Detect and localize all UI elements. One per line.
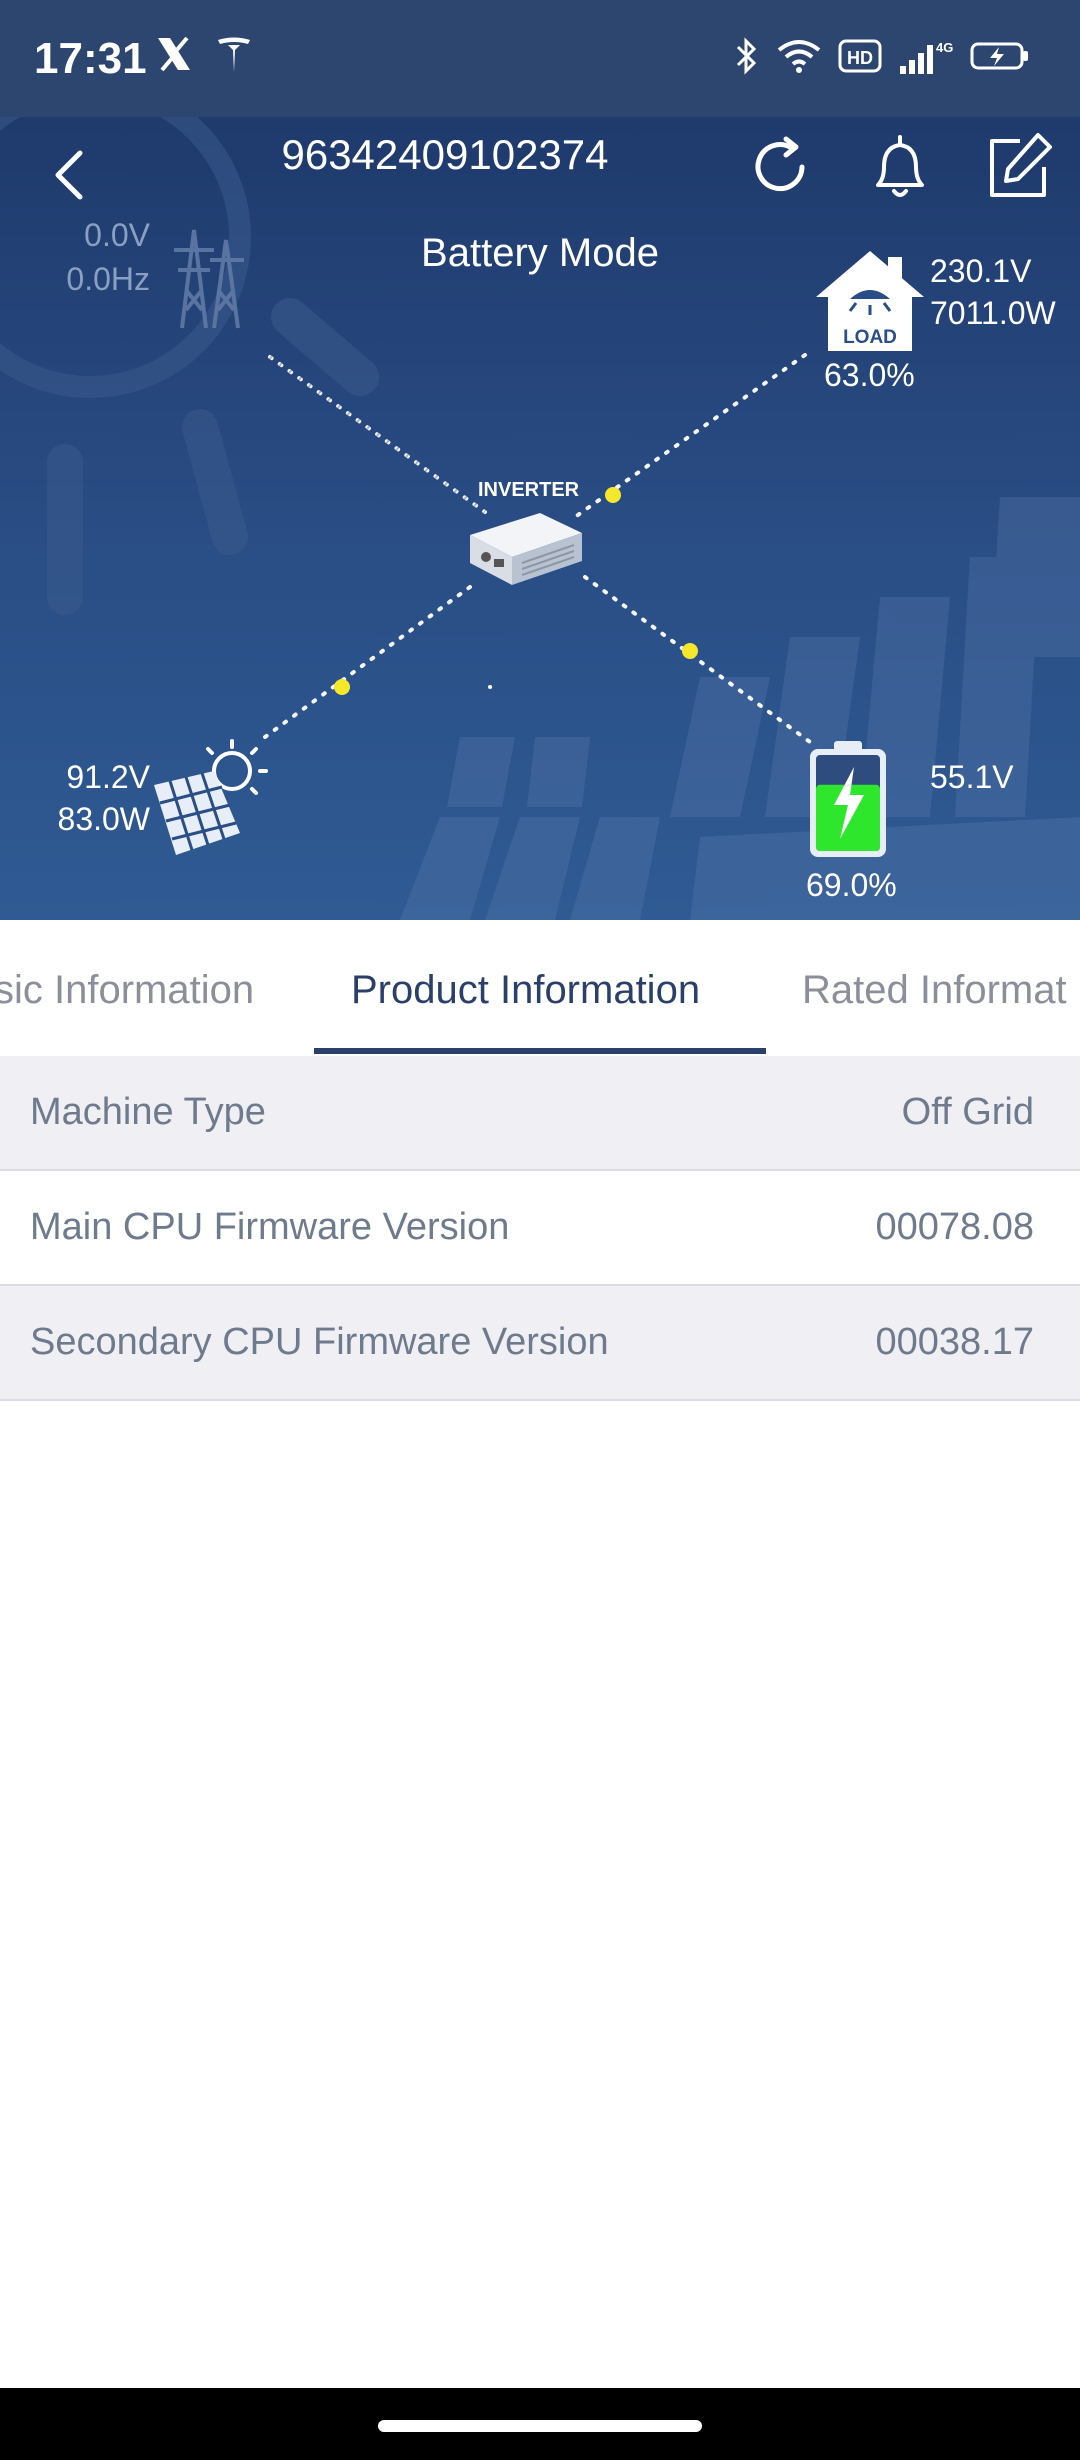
home-gesture-bar[interactable] [378,2420,702,2432]
system-nav-bar [0,2388,1080,2460]
row-value: Off Grid [901,1091,1034,1133]
mode-title: Battery Mode [421,231,659,275]
active-tab-indicator [314,1048,766,1054]
status-time: 17:31 [34,34,147,83]
battery-percent: 69.0% [806,867,897,903]
grid-frequency: 0.0Hz [66,261,150,297]
svg-text:LOAD: LOAD [843,327,897,348]
svg-text:4G: 4G [936,40,953,55]
status-left-icons [154,34,254,74]
info-tabs: sic Information Product Information Rate… [0,920,1080,1056]
flow-dot-battery [682,643,698,659]
tab-product-information[interactable]: Product Information [351,968,700,1013]
product-info-table: Machine Type Off Grid Main CPU Firmware … [0,1056,1080,1401]
flow-dot-pv [334,679,350,695]
bluetooth-icon [736,37,757,75]
status-bar: 17:31 HD 4G [0,0,1080,117]
pv-power: 83.0W [57,801,150,837]
load-voltage: 230.1V [930,253,1032,289]
load-house-icon: LOAD [816,251,924,351]
row-label: Main CPU Firmware Version [30,1206,510,1248]
row-value: 00078.08 [875,1206,1035,1248]
battery-charging-icon [970,42,1028,70]
table-row: Secondary CPU Firmware Version 00038.17 [0,1286,1080,1401]
load-percent: 63.0% [824,357,915,393]
table-row: Main CPU Firmware Version 00078.08 [0,1171,1080,1286]
grid-tower-icon [174,229,244,329]
hd-icon: HD [838,39,882,73]
table-row: Machine Type Off Grid [0,1056,1080,1171]
battery-icon [810,741,886,857]
wifi-icon [777,40,821,73]
flow-dot-load [605,487,621,503]
pv-voltage: 91.2V [66,759,150,795]
tesla-logo-icon [218,37,250,72]
energy-flow-panel: 96342409102374 Battery Mode 0.0V 0.0Hz L… [0,117,1080,920]
solar-panel-icon [154,739,268,855]
grid-voltage: 0.0V [84,217,150,253]
svg-text:HD: HD [847,48,873,68]
inverter-label: INVERTER [478,479,580,501]
edit-icon[interactable] [980,129,1056,205]
bell-icon[interactable] [862,129,938,205]
x-logo-icon [158,36,190,72]
tab-rated-information[interactable]: Rated Informat [802,968,1067,1013]
signal-icon: 4G [900,40,953,74]
refresh-icon[interactable] [742,129,818,205]
inverter-icon [470,513,582,585]
row-label: Machine Type [30,1091,266,1133]
back-icon[interactable] [40,139,100,211]
device-id-title: 96342409102374 [281,131,609,178]
row-label: Secondary CPU Firmware Version [30,1321,609,1363]
status-right-icons: HD 4G [734,36,1030,76]
tab-basic-information[interactable]: sic Information [0,968,254,1013]
load-power: 7011.0W [930,295,1056,331]
battery-voltage: 55.1V [930,759,1014,795]
row-value: 00038.17 [875,1321,1035,1363]
